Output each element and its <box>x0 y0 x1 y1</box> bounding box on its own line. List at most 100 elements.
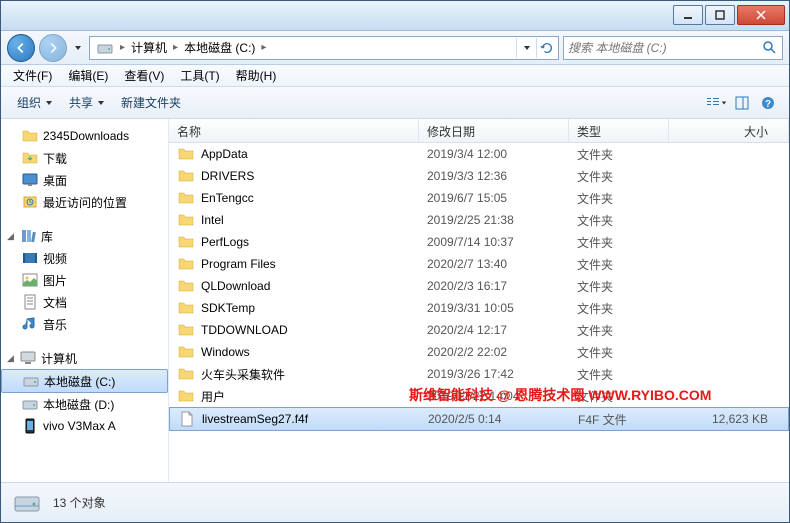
file-name: SDKTemp <box>201 301 255 315</box>
menu-file[interactable]: 文件(F) <box>5 65 60 86</box>
sidebar-libraries-header[interactable]: ◢库 <box>1 225 168 247</box>
sidebar-item[interactable]: 音乐 <box>1 313 168 335</box>
sidebar-item[interactable]: 文档 <box>1 291 168 313</box>
file-date: 2020/2/7 13:40 <box>419 256 569 272</box>
breadcrumb-sep[interactable]: ▸ <box>259 42 268 53</box>
navbar: ▸ 计算机 ▸ 本地磁盘 (C:) ▸ <box>1 31 789 65</box>
file-name: Windows <box>201 345 250 359</box>
file-row[interactable]: QLDownload 2020/2/3 16:17 文件夹 <box>169 275 789 297</box>
file-row[interactable]: Intel 2019/2/25 21:38 文件夹 <box>169 209 789 231</box>
recent-icon <box>21 193 39 211</box>
file-type: 文件夹 <box>569 145 669 164</box>
organize-button[interactable]: 组织 <box>9 90 61 115</box>
sidebar-drive-item[interactable]: 本地磁盘 (D:) <box>1 393 168 415</box>
file-size <box>669 329 789 331</box>
file-name: EnTengcc <box>201 191 254 205</box>
file-row[interactable]: PerfLogs 2009/7/14 10:37 文件夹 <box>169 231 789 253</box>
address-bar[interactable]: ▸ 计算机 ▸ 本地磁盘 (C:) ▸ <box>89 36 559 60</box>
nav-back-button[interactable] <box>7 34 35 62</box>
sidebar-item[interactable]: 视频 <box>1 247 168 269</box>
file-type: 文件夹 <box>569 189 669 208</box>
menu-view[interactable]: 查看(V) <box>116 65 172 86</box>
nav-forward-button[interactable] <box>39 34 67 62</box>
content: 2345Downloads下载桌面最近访问的位置◢库视频图片文档音乐◢计算机本地… <box>1 119 789 482</box>
menu-tools[interactable]: 工具(T) <box>172 65 227 86</box>
sidebar-item-label: 最近访问的位置 <box>43 194 127 211</box>
sidebar-item-label: 库 <box>41 228 53 245</box>
preview-pane-button[interactable] <box>731 92 753 114</box>
breadcrumb-computer[interactable]: 计算机 <box>127 37 171 58</box>
file-name: AppData <box>201 147 248 161</box>
sidebar-drive-item[interactable]: 本地磁盘 (C:) <box>1 369 168 393</box>
file-type: 文件夹 <box>569 365 669 384</box>
sidebar-drive-item[interactable]: vivo V3Max A <box>1 415 168 437</box>
menu-edit[interactable]: 编辑(E) <box>60 65 116 86</box>
breadcrumb: ▸ 计算机 ▸ 本地磁盘 (C:) ▸ <box>118 37 516 58</box>
drive-icon <box>11 487 43 519</box>
titlebar[interactable] <box>1 1 789 31</box>
search-input[interactable] <box>568 41 762 55</box>
folder-icon <box>21 127 39 145</box>
file-row[interactable]: DRIVERS 2019/3/3 12:36 文件夹 <box>169 165 789 187</box>
file-date: 2019/6/7 15:05 <box>419 190 569 206</box>
file-name: DRIVERS <box>201 169 254 183</box>
phone-icon <box>21 417 39 435</box>
folder-icon <box>177 211 195 229</box>
file-row[interactable]: Windows 2020/2/2 22:02 文件夹 <box>169 341 789 363</box>
view-options-button[interactable] <box>705 92 727 114</box>
file-date: 2020/2/4 12:17 <box>419 322 569 338</box>
file-row[interactable]: EnTengcc 2019/6/7 15:05 文件夹 <box>169 187 789 209</box>
file-type: F4F 文件 <box>570 410 670 429</box>
sidebar-item-label: 图片 <box>43 272 67 289</box>
file-name: TDDOWNLOAD <box>201 323 288 337</box>
file-date: 2019/2/25 21:38 <box>419 212 569 228</box>
desktop-icon <box>21 171 39 189</box>
file-type: 文件夹 <box>569 233 669 252</box>
address-dropdown[interactable] <box>516 38 536 58</box>
sidebar-item[interactable]: 最近访问的位置 <box>1 191 168 213</box>
menu-help[interactable]: 帮助(H) <box>228 65 285 86</box>
explorer-window: ▸ 计算机 ▸ 本地磁盘 (C:) ▸ 文件(F) 编辑(E) 查看(V) 工具… <box>0 0 790 523</box>
file-row[interactable]: Program Files 2020/2/7 13:40 文件夹 <box>169 253 789 275</box>
sidebar-item[interactable]: 图片 <box>1 269 168 291</box>
column-size[interactable]: 大小 <box>669 119 789 142</box>
file-row[interactable]: AppData 2019/3/4 12:00 文件夹 <box>169 143 789 165</box>
close-button[interactable] <box>737 5 785 25</box>
status-count: 13 个对象 <box>53 494 106 511</box>
file-row[interactable]: 用户 2019/11/22 14:04 文件夹 <box>169 385 789 407</box>
maximize-button[interactable] <box>705 5 735 25</box>
search-icon[interactable] <box>762 40 778 56</box>
doc-icon <box>21 293 39 311</box>
file-list[interactable]: AppData 2019/3/4 12:00 文件夹 DRIVERS 2019/… <box>169 143 789 482</box>
file-date: 2019/3/31 10:05 <box>419 300 569 316</box>
sidebar-computer-header[interactable]: ◢计算机 <box>1 347 168 369</box>
sidebar-item[interactable]: 下载 <box>1 147 168 169</box>
file-type: 文件夹 <box>569 343 669 362</box>
refresh-button[interactable] <box>536 38 556 58</box>
file-row[interactable]: SDKTemp 2019/3/31 10:05 文件夹 <box>169 297 789 319</box>
breadcrumb-drive[interactable]: 本地磁盘 (C:) <box>180 37 259 58</box>
search-box[interactable] <box>563 36 783 60</box>
minimize-button[interactable] <box>673 5 703 25</box>
column-type[interactable]: 类型 <box>569 119 669 142</box>
sidebar-item[interactable]: 2345Downloads <box>1 125 168 147</box>
file-date: 2020/2/5 0:14 <box>420 411 570 427</box>
computer-icon <box>19 349 37 367</box>
new-folder-button[interactable]: 新建文件夹 <box>113 90 189 115</box>
navigation-pane[interactable]: 2345Downloads下载桌面最近访问的位置◢库视频图片文档音乐◢计算机本地… <box>1 119 169 482</box>
file-icon <box>178 410 196 428</box>
sidebar-item[interactable]: 桌面 <box>1 169 168 191</box>
video-icon <box>21 249 39 267</box>
column-name[interactable]: 名称 <box>169 119 419 142</box>
breadcrumb-sep[interactable]: ▸ <box>118 42 127 53</box>
share-button[interactable]: 共享 <box>61 90 113 115</box>
sidebar-item-label: 音乐 <box>43 316 67 333</box>
nav-history-dropdown[interactable] <box>71 38 85 58</box>
file-row[interactable]: TDDOWNLOAD 2020/2/4 12:17 文件夹 <box>169 319 789 341</box>
help-button[interactable]: ? <box>757 92 779 114</box>
breadcrumb-sep[interactable]: ▸ <box>171 42 180 53</box>
column-date[interactable]: 修改日期 <box>419 119 569 142</box>
file-row[interactable]: 火车头采集软件 2019/3/26 17:42 文件夹 <box>169 363 789 385</box>
file-row[interactable]: livestreamSeg27.f4f 2020/2/5 0:14 F4F 文件… <box>169 407 789 431</box>
file-size <box>669 197 789 199</box>
